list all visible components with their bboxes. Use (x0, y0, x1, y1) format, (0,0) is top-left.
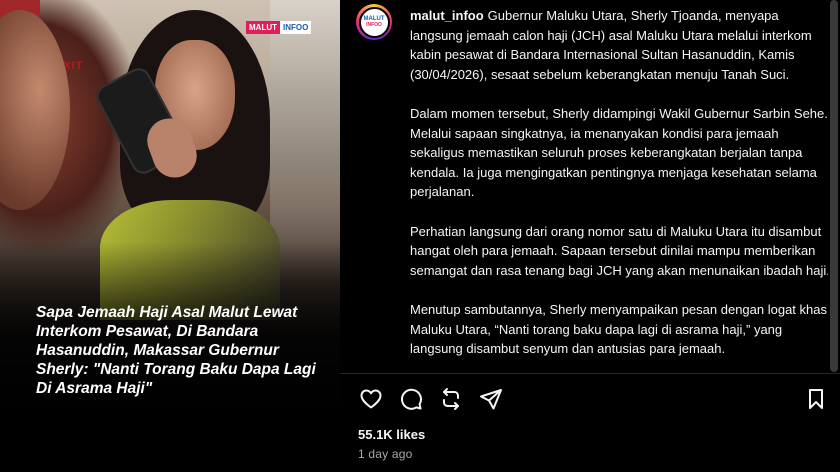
caption-scroll-area[interactable]: MALUT INFOO malut_infoo Gubernur Maluku U… (340, 0, 828, 372)
post-caption: malut_infoo Gubernur Maluku Utara, Sherly… (410, 6, 828, 372)
action-bar (340, 380, 840, 416)
username-link[interactable]: malut_infoo (410, 8, 484, 23)
avatar-text-bottom: INFOO (366, 22, 382, 28)
post-timestamp[interactable]: 1 day ago (358, 447, 413, 461)
divider (340, 373, 840, 374)
like-button[interactable] (358, 386, 384, 412)
save-button[interactable] (803, 386, 829, 412)
repost-icon (443, 388, 459, 410)
avatar[interactable]: MALUT INFOO (356, 4, 392, 40)
comment-button[interactable] (398, 386, 424, 412)
cabin-panel (270, 0, 340, 280)
media-headline: Sapa Jemaah Haji Asal Malut Lewat Interk… (36, 304, 316, 397)
caption-paragraph-2: Dalam momen tersebut, Sherly didampingi … (410, 105, 828, 200)
comment-icon (400, 388, 422, 410)
post-media[interactable]: EXIT MALUT INFOO Sapa Jemaah Haji Asal Ma… (0, 0, 340, 472)
bookmark-icon (809, 389, 823, 409)
post-details: MALUT INFOO malut_infoo Gubernur Maluku U… (340, 0, 840, 472)
repost-button[interactable] (438, 386, 464, 412)
malut-infoo-logo: MALUT INFOO (246, 20, 312, 34)
caption-paragraph-4: Menutup sambutannya, Sherly menyampaikan… (410, 301, 827, 357)
share-button[interactable] (478, 386, 504, 412)
likes-count[interactable]: 55.1K likes (358, 427, 425, 442)
caption-scrollbar[interactable] (830, 0, 838, 372)
heart-icon (360, 389, 382, 409)
scrollbar-thumb[interactable] (830, 0, 838, 372)
send-icon (480, 389, 502, 410)
caption-paragraph-3: Perhatian langsung dari orang nomor satu… (410, 223, 828, 278)
